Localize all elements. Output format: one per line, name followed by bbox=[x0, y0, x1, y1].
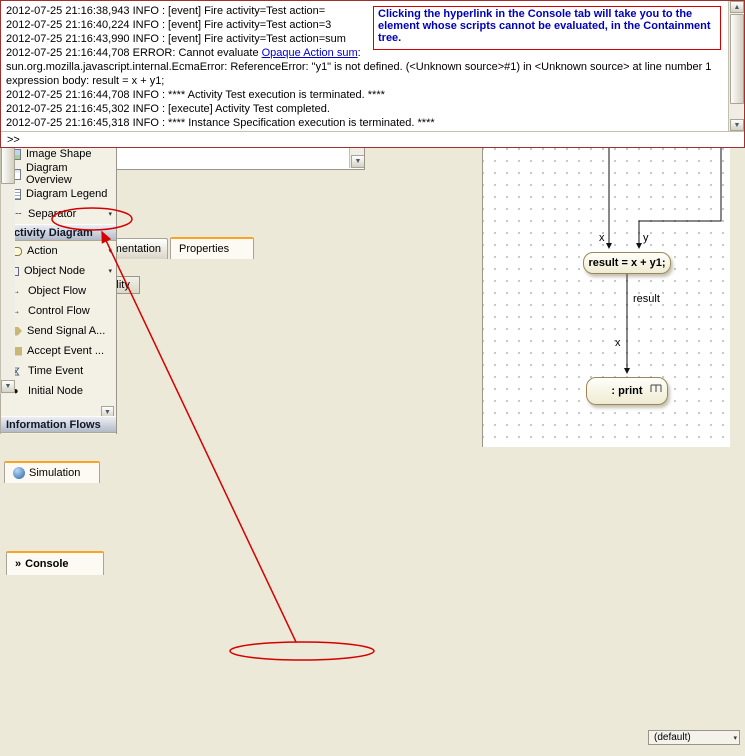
edge-label-x-out[interactable]: x bbox=[615, 337, 621, 349]
console-log-line: 2012-07-25 21:16:45,318 INFO : **** Inst… bbox=[6, 116, 711, 130]
scroll-up-icon[interactable]: ▲ bbox=[730, 1, 744, 13]
tab-simulation[interactable]: Simulation bbox=[4, 461, 100, 483]
console-prompt: >> bbox=[7, 134, 20, 146]
toolbox-item-object-node[interactable]: Object Node ▾ bbox=[1, 261, 116, 281]
link-highlight-ellipse bbox=[230, 642, 374, 660]
node-label: result = x + y1; bbox=[588, 257, 665, 269]
tab-label: Properties bbox=[179, 243, 229, 255]
console-region: 2012-07-25 21:16:38,943 INFO : [event] F… bbox=[0, 0, 745, 148]
category-label: Activity Diagram bbox=[6, 227, 93, 239]
toolbox-item-label: Object Flow bbox=[28, 285, 86, 297]
toolbox-item-label: Image Shape bbox=[26, 148, 91, 160]
toolbox-item-send-signal[interactable]: Send Signal A... bbox=[1, 321, 116, 341]
chevrons-icon: » bbox=[15, 558, 21, 570]
chevron-down-icon[interactable]: ▾ bbox=[108, 210, 112, 218]
toolbox-item-label: Diagram Overview bbox=[26, 162, 112, 186]
toolbox-item-time-event[interactable]: ⋈ Time Event bbox=[1, 361, 116, 381]
toolbox-category-information-flows[interactable]: Information Flows bbox=[1, 416, 116, 433]
toolbox-item-diagram-legend[interactable]: Diagram Legend bbox=[1, 184, 116, 204]
scroll-down-icon[interactable]: ▼ bbox=[1, 380, 15, 393]
console-log-line: expression body: result = x + y1; bbox=[6, 74, 711, 88]
console-input-row[interactable]: >> bbox=[1, 131, 744, 147]
tab-label: Console bbox=[25, 558, 68, 570]
toolbox-item-action[interactable]: Action ▾ bbox=[1, 241, 116, 261]
console-scrollbar[interactable]: ▲ ▼ bbox=[728, 1, 744, 131]
magicdraw-window: ▦ Conta.. ⊿ Inher.. ▤ Diag.. ◫ Model.. ≣… bbox=[0, 0, 745, 756]
edge-label-x-in[interactable]: x bbox=[599, 232, 605, 244]
error-line-suffix: : bbox=[358, 47, 361, 59]
toolbox-item-label: Accept Event ... bbox=[27, 345, 104, 357]
toolbox-item-diagram-overview[interactable]: Diagram Overview bbox=[1, 164, 116, 184]
toolbox-item-label: Separator bbox=[28, 208, 76, 220]
console-log-line: 2012-07-25 21:16:45,302 INFO : [execute]… bbox=[6, 102, 711, 116]
toolbox-item-initial-node[interactable]: ● Initial Node bbox=[1, 381, 116, 401]
toolbox-item-control-flow[interactable]: → Control Flow bbox=[1, 301, 116, 321]
toolbox-item-label: Time Event bbox=[28, 365, 83, 377]
session-select-value: (default) bbox=[654, 732, 729, 743]
error-line-prefix: 2012-07-25 21:16:44,708 ERROR: Cannot ev… bbox=[6, 47, 262, 59]
category-label: Information Flows bbox=[6, 419, 101, 431]
chevron-down-icon: ▾ bbox=[733, 734, 737, 742]
toolbox-item-separator[interactable]: ╌╌ Separator ▾ bbox=[1, 204, 116, 224]
scroll-down-icon[interactable]: ▼ bbox=[730, 119, 744, 131]
chevron-down-icon[interactable]: ▾ bbox=[108, 247, 112, 255]
toolbox-item-accept-event[interactable]: Accept Event ... bbox=[1, 341, 116, 361]
scrollbar-thumb[interactable] bbox=[730, 14, 744, 104]
toolbox-item-label: Object Node bbox=[24, 265, 85, 277]
tab-label: Simulation bbox=[29, 467, 80, 479]
toolbox-category-activity-diagram[interactable]: Activity Diagram bbox=[1, 224, 116, 241]
chevron-down-icon[interactable]: ▾ bbox=[108, 267, 112, 275]
console-log-line: 2012-07-25 21:16:44,708 INFO : **** Acti… bbox=[6, 88, 711, 102]
pin-group-icon bbox=[650, 384, 662, 396]
toolbox-item-object-flow[interactable]: → Object Flow bbox=[1, 281, 116, 301]
simulation-icon bbox=[13, 467, 25, 479]
toolbox-item-label: Diagram Legend bbox=[26, 188, 107, 200]
edge-label-y-in[interactable]: y bbox=[643, 232, 649, 244]
opaque-action-sum-link[interactable]: Opaque Action sum bbox=[262, 47, 358, 59]
console-log-line: sun.org.mozilla.javascript.internal.Ecma… bbox=[6, 60, 711, 74]
node-result-action[interactable]: result = x + y1; bbox=[583, 252, 671, 274]
node-print-action[interactable]: : print bbox=[586, 377, 668, 405]
scroll-down-icon[interactable]: ▼ bbox=[351, 155, 365, 168]
edge-label-result[interactable]: result bbox=[633, 293, 660, 305]
toolbox-item-label: Action bbox=[27, 245, 58, 257]
toolbox-item-label: Initial Node bbox=[28, 385, 83, 397]
session-select[interactable]: (default) ▾ bbox=[648, 730, 740, 745]
toolbox-item-label: Control Flow bbox=[28, 305, 90, 317]
toolbox-item-label: Send Signal A... bbox=[27, 325, 105, 337]
node-label: : print bbox=[611, 385, 642, 397]
annotation-callout: Clicking the hyperlink in the Console ta… bbox=[373, 6, 721, 50]
tab-console[interactable]: » Console bbox=[6, 551, 104, 575]
tab-properties[interactable]: Properties bbox=[170, 237, 254, 259]
